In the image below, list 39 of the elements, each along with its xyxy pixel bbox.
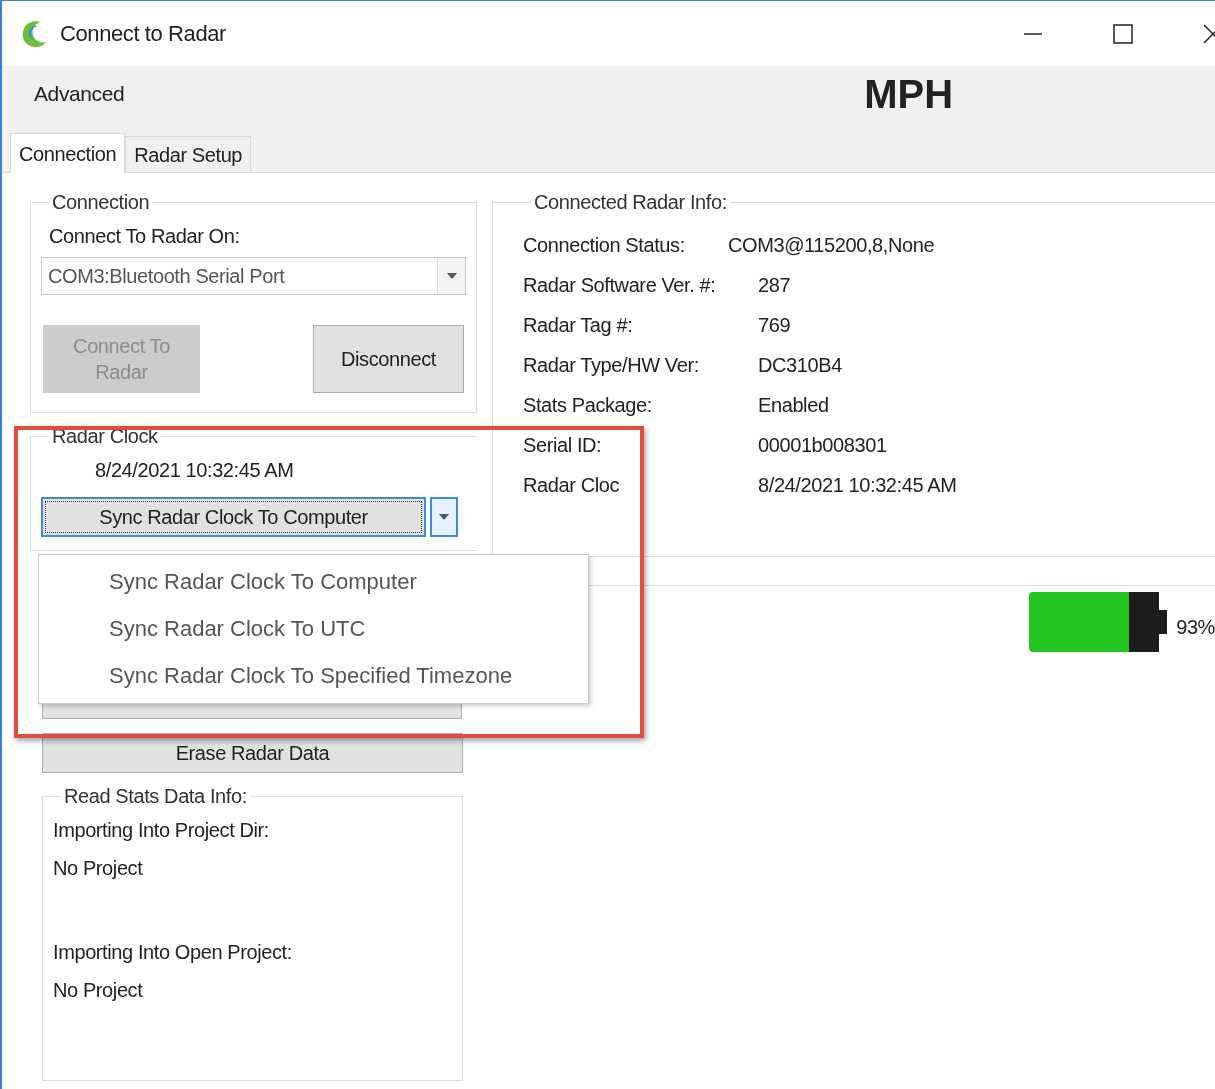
info-value: 8/24/2021 10:32:45 AM: [758, 473, 957, 498]
info-label: Radar Type/HW Ver:: [523, 353, 700, 378]
group-title: Read Stats Data Info:: [63, 784, 248, 809]
info-label: Serial ID:: [523, 433, 603, 458]
dropdown-arrow-icon: [446, 273, 457, 279]
stats-info-text: No Project: [53, 856, 144, 881]
menu-item[interactable]: Advanced: [34, 77, 125, 110]
tab[interactable]: Radar Setup: [125, 136, 252, 172]
action-button[interactable]: Disconnect: [313, 325, 464, 393]
stats-info-text: Importing Into Open Project:: [53, 940, 293, 965]
info-value: COM3@115200,8,None: [728, 233, 935, 258]
sync-options-button[interactable]: [430, 497, 458, 537]
port-select[interactable]: COM3:Bluetooth Serial Port: [41, 257, 466, 295]
info-value: 769: [758, 313, 791, 338]
tab[interactable]: Connection: [10, 133, 126, 173]
info-label: Radar Cloc: [523, 473, 621, 498]
maximize-icon[interactable]: [1113, 23, 1133, 44]
window-title: Connect to Radar: [60, 20, 227, 48]
battery-reading: 93%: [1176, 615, 1215, 640]
info-label: Radar Software Ver. #:: [523, 273, 717, 298]
info-value: 287: [758, 273, 791, 298]
info-value: Enabled: [758, 393, 829, 418]
stats-info-text: No Project: [53, 978, 144, 1003]
unit-label: MPH: [864, 70, 954, 118]
group-title: Connected Radar Info:: [533, 190, 728, 215]
menu-option[interactable]: Sync Radar Clock To Specified Timezone: [39, 659, 588, 706]
dropdown-arrow-icon: [439, 514, 449, 520]
info-label: Connection Status:: [523, 233, 686, 258]
menu-option[interactable]: Sync Radar Clock To Computer: [39, 565, 588, 612]
info-value: 00001b008301: [758, 433, 887, 458]
group-title: Connection: [51, 190, 151, 215]
stats-info-text: Importing Into Project Dir:: [53, 818, 270, 843]
info-label: Radar Tag #:: [523, 313, 634, 338]
info-label: Stats Package:: [523, 393, 653, 418]
field-label: Connect To Radar On:: [49, 224, 241, 249]
info-value: DC310B4: [758, 353, 842, 378]
menu-option[interactable]: Sync Radar Clock To UTC: [39, 612, 588, 659]
sync-clock-button[interactable]: Sync Radar Clock To Computer: [41, 497, 426, 537]
clock-time: 8/24/2021 10:32:45 AM: [95, 458, 295, 483]
